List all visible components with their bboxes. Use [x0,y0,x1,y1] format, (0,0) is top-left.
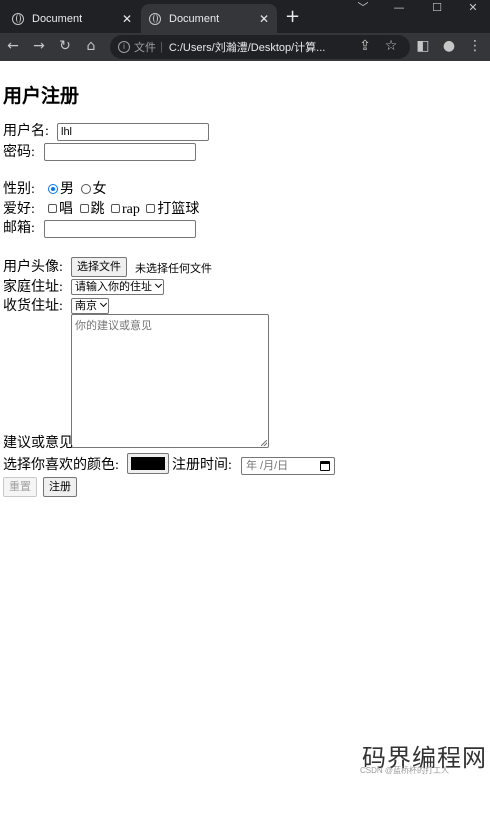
close-icon[interactable]: ✕ [122,12,132,26]
tab-bar: Document ✕ Document ✕ + ﹀ — ☐ ✕ [0,0,490,33]
suggestion-placeholder: 你的建议或意见 [75,320,152,332]
tab-document-2[interactable]: Document ✕ [141,4,277,33]
username-input[interactable]: lhl [57,123,209,141]
suggestion-textarea[interactable]: 你的建议或意见 [71,314,269,448]
hobby-dance-label: 跳 [90,202,105,217]
delivery-address-select[interactable]: 南京 [71,298,109,314]
sidepanel-icon[interactable]: ◧ [414,37,432,55]
home-address-select[interactable]: 请输入你的住址 [71,279,164,295]
password-input[interactable] [44,143,196,161]
hobby-basketball-label: 打篮球 [157,202,200,217]
close-window-button[interactable]: ✕ [455,0,490,18]
choose-file-button[interactable]: 选择文件 [71,257,127,277]
hobby-options: 唱 跳 rap 打篮球 [48,201,202,219]
close-icon[interactable]: ✕ [259,12,269,26]
tab-title: Document [169,12,220,25]
file-status: 未选择任何文件 [135,263,212,275]
new-tab-button[interactable]: + [285,6,300,27]
hobby-label: 爱好: [3,202,35,217]
info-icon[interactable]: i [118,41,130,53]
share-icon[interactable]: ⇪ [356,37,374,55]
checkbox-sing[interactable] [48,204,57,213]
gender-male-label: 男 [60,182,74,197]
password-label: 密码: [3,145,35,160]
gender-female-label: 女 [92,182,107,197]
resize-handle-icon[interactable] [261,440,267,446]
reset-button[interactable]: 重置 [3,477,37,497]
browser-toolbar: ← → ↻ ⌂ i 文件 | C:/Users/刘瀚澧/Desktop/计算..… [0,33,490,61]
chevron-down-icon [154,280,163,289]
avatar-label: 用户头像: [3,260,63,275]
submit-button[interactable]: 注册 [43,477,77,497]
checkbox-rap[interactable] [111,204,120,213]
back-icon[interactable]: ← [4,37,22,55]
url-text[interactable]: C:/Users/刘瀚澧/Desktop/计算... [169,39,325,55]
page-title: 用户注册 [3,86,80,107]
home-address-label: 家庭住址: [3,280,63,295]
gender-options: 男 女 [48,181,110,199]
reload-icon[interactable]: ↻ [56,37,74,55]
checkbox-basketball[interactable] [146,204,156,213]
color-picker[interactable] [127,453,169,474]
protocol-label: 文件 [134,42,156,54]
page-content: 用户注册 用户名: lhl 密码: 性别: 男 女 爱好: 唱 跳 rap 打篮… [0,61,490,837]
maximize-button[interactable]: ☐ [419,0,455,18]
delivery-address-value: 南京 [75,300,97,312]
checkbox-dance[interactable] [79,204,89,213]
profile-icon[interactable]: ● [440,37,458,55]
home-address-value: 请输入你的住址 [75,281,152,293]
radio-male[interactable] [48,184,58,194]
forward-icon[interactable]: → [30,37,48,55]
register-date-input[interactable]: 年 /月/日 [241,457,335,475]
gender-label: 性别: [3,182,35,197]
radio-female[interactable] [80,184,91,194]
tab-document-1[interactable]: Document ✕ [4,4,140,33]
date-placeholder: 年 /月/日 [246,460,289,472]
hobby-rap-label: rap [122,202,140,217]
watermark-caption: CSDN @蓝桥杯的打工人 [360,766,450,775]
tab-search-icon[interactable]: ﹀ [345,0,381,18]
register-time-label: 注册时间: [172,458,232,473]
calendar-icon[interactable] [320,461,330,471]
tab-title: Document [32,12,83,25]
minimize-button[interactable]: — [381,0,417,18]
email-input[interactable] [44,220,196,238]
delivery-address-label: 收货住址: [3,299,63,314]
color-label: 选择你喜欢的颜色: [3,458,119,473]
menu-icon[interactable]: ⋮ [466,37,484,55]
username-label: 用户名: [3,124,49,139]
suggestion-label: 建议或意见 [3,436,73,451]
separator: | [160,41,163,53]
hobby-sing-label: 唱 [59,202,73,217]
email-label: 邮箱: [3,221,35,236]
chevron-down-icon [99,299,108,308]
color-swatch [131,457,165,470]
globe-icon [149,12,161,25]
star-icon[interactable]: ☆ [382,37,400,55]
home-icon[interactable]: ⌂ [82,37,100,55]
globe-icon [12,12,24,25]
